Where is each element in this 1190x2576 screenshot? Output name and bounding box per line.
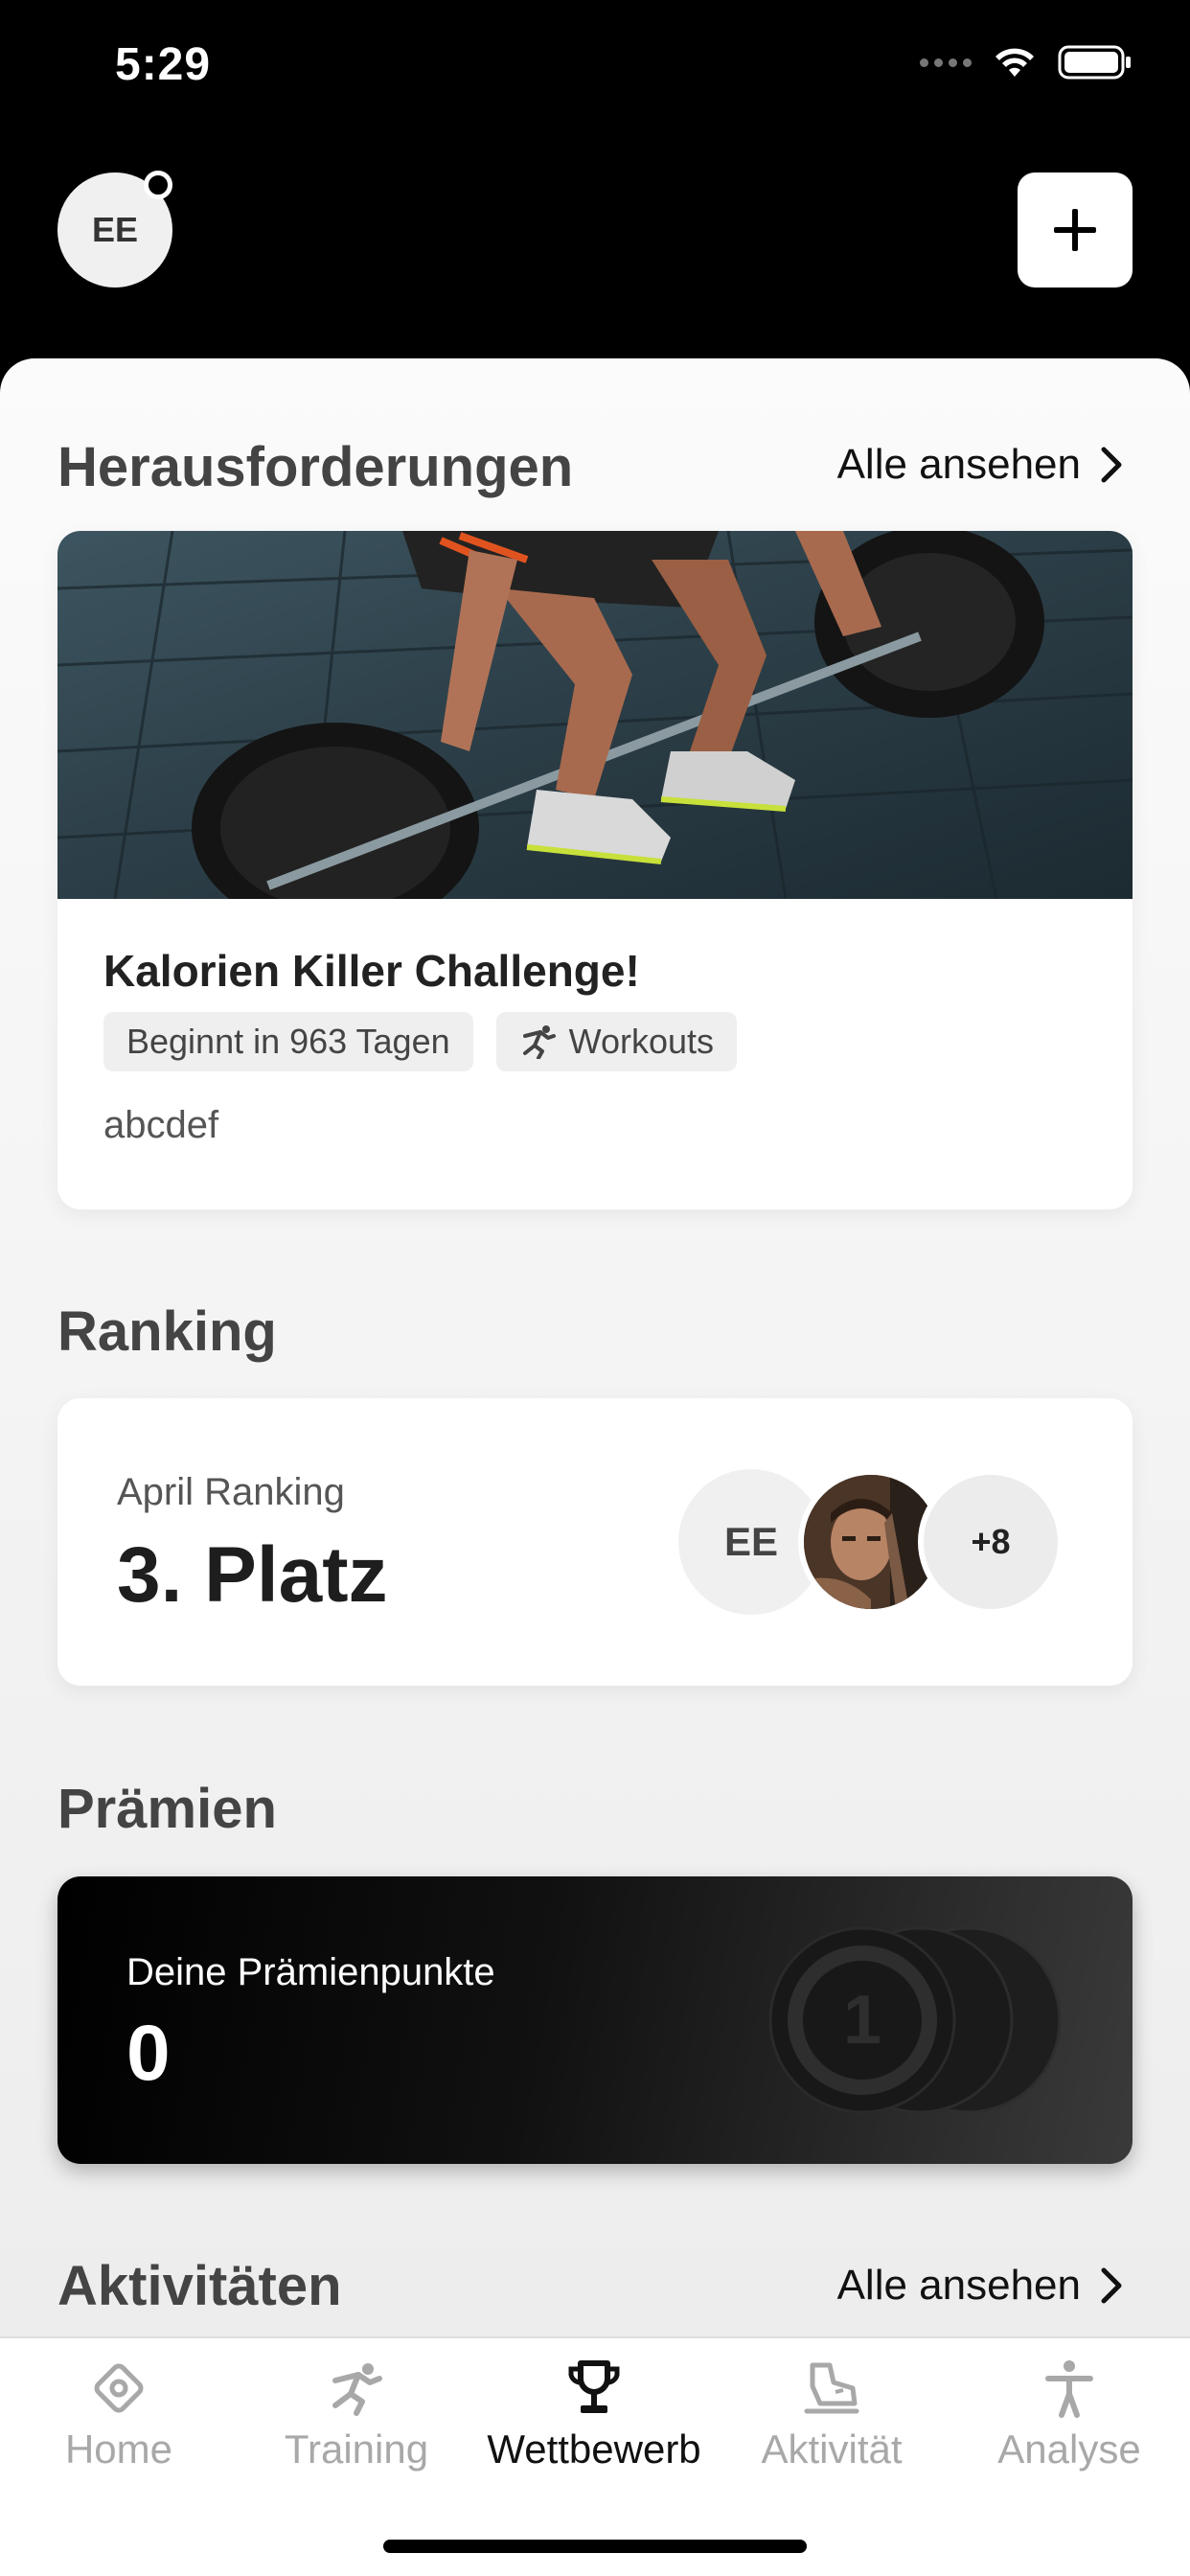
challenges-see-all-link[interactable]: Alle ansehen (837, 441, 1123, 489)
challenge-card[interactable]: Kalorien Killer Challenge! Beginnt in 96… (57, 531, 1133, 1209)
analysis-icon (1045, 2360, 1093, 2418)
wifi-icon (995, 48, 1034, 77)
activities-see-all-label: Alle ansehen (836, 2262, 1081, 2309)
challenge-start-label: Beginnt in 963 Tagen (126, 1022, 450, 1061)
challenge-image (57, 531, 1133, 899)
ranking-value: 3. Platz (117, 1531, 388, 1619)
training-icon (332, 2363, 382, 2416)
tab-aktivitaet-label: Aktivität (761, 2426, 903, 2472)
tab-aktivitaet[interactable]: Aktivität (713, 2358, 950, 2472)
runner-icon (522, 1025, 556, 1059)
ranking-title: Ranking (57, 1300, 277, 1363)
tab-home[interactable]: Home (0, 2358, 238, 2472)
rewards-card[interactable]: Deine Prämienpunkte 0 1 (57, 1876, 1133, 2164)
activities-title: Aktivitäten (57, 2255, 342, 2317)
rewards-label: Deine Prämienpunkte (126, 1951, 495, 1993)
challenge-chips: Beginnt in 963 Tagen Workouts (103, 1012, 738, 1071)
activity-icon (804, 2362, 859, 2414)
rewards-value: 0 (126, 2010, 171, 2097)
ranking-more-count: +8 (918, 1469, 1064, 1615)
challenge-start-chip: Beginnt in 963 Tagen (103, 1012, 473, 1071)
challenge-description: abcdef (103, 1104, 219, 1146)
challenge-type-label: Workouts (568, 1022, 715, 1061)
tab-training[interactable]: Training (238, 2358, 475, 2472)
tab-wettbewerb[interactable]: Wettbewerb (475, 2358, 713, 2472)
notification-dot (144, 171, 172, 199)
challenges-title: Herausforderungen (57, 436, 574, 498)
rewards-title: Prämien (57, 1778, 277, 1840)
tab-analyse[interactable]: Analyse (950, 2358, 1188, 2472)
ranking-card[interactable]: April Ranking 3. Platz EE +8 (57, 1398, 1133, 1686)
cellular-signal-icon (920, 58, 972, 67)
chevron-right-icon (1101, 447, 1122, 483)
challenges-see-all-label: Alle ansehen (836, 441, 1081, 488)
main-content[interactable]: Herausforderungen Alle ansehen Kalorien … (0, 358, 1190, 2576)
tab-home-label: Home (64, 2426, 173, 2472)
ranking-user-initials: EE (723, 1519, 779, 1564)
chevron-right-icon (1101, 2267, 1122, 2304)
plus-icon (1054, 209, 1096, 251)
status-icons (920, 44, 1133, 80)
activities-see-all-link[interactable]: Alle ansehen (837, 2262, 1123, 2310)
home-indicator[interactable] (383, 2540, 807, 2553)
tab-wettbewerb-label: Wettbewerb (487, 2426, 701, 2472)
status-bar: 5:29 (0, 0, 1190, 134)
coin-number: 1 (843, 1982, 881, 2058)
battery-icon (1058, 45, 1131, 80)
challenge-title: Kalorien Killer Challenge! (103, 946, 640, 996)
ranking-more-label: +8 (971, 1522, 1011, 1561)
profile-avatar-initials: EE (91, 210, 139, 249)
status-time: 5:29 (115, 39, 212, 90)
challenge-type-chip: Workouts (495, 1012, 738, 1071)
tab-training-label: Training (284, 2426, 429, 2472)
home-icon (94, 2363, 144, 2413)
coins-icon: 1 (768, 1926, 1062, 2114)
ranking-avatars: EE +8 (678, 1469, 1064, 1615)
trophy-icon (568, 2360, 620, 2413)
ranking-label: April Ranking (117, 1471, 345, 1513)
add-button[interactable] (1018, 172, 1133, 288)
tab-analyse-label: Analyse (997, 2426, 1141, 2472)
